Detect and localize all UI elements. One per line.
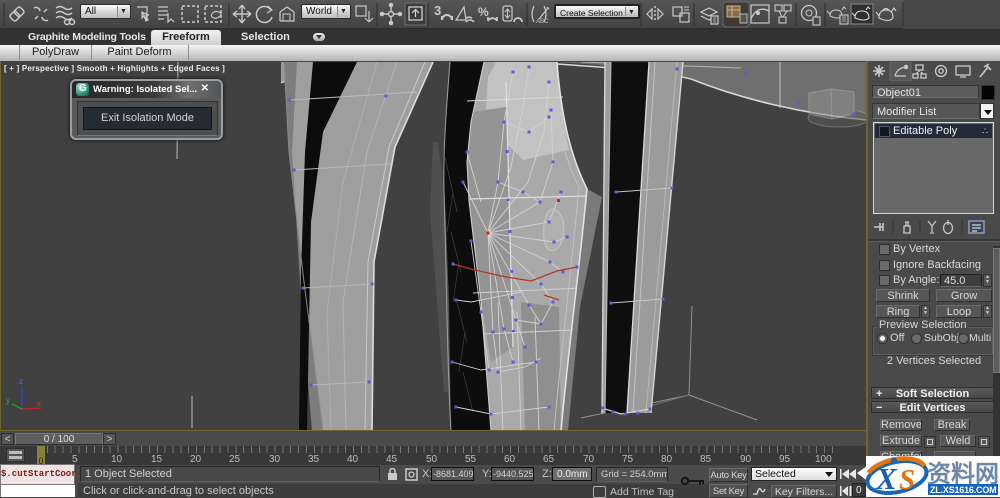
svg-text:%: % [478, 5, 489, 19]
svg-text:ZL.XS1616.COM: ZL.XS1616.COM [930, 485, 996, 495]
svg-text:x: x [37, 399, 41, 408]
svg-text:X: X [875, 461, 898, 496]
svg-text:资料网: 资料网 [927, 461, 999, 488]
svg-text:S: S [899, 464, 915, 496]
svg-text:z: z [19, 377, 23, 386]
svg-text:3: 3 [434, 3, 441, 18]
svg-text:ABC: ABC [536, 19, 549, 25]
svg-text:y: y [6, 396, 10, 405]
